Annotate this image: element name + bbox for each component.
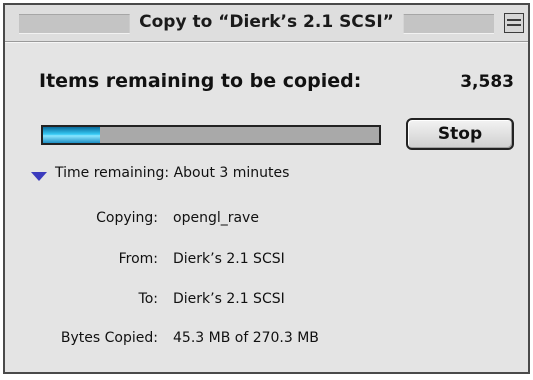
to-value: Dierk’s 2.1 SCSI [173, 291, 285, 307]
copying-value: opengl_rave [173, 210, 259, 226]
from-label: From: [118, 251, 158, 267]
triangle-down-icon[interactable] [31, 172, 47, 181]
items-remaining-count: 3,583 [460, 72, 514, 92]
to-label: To: [138, 291, 158, 307]
items-remaining-label: Items remaining to be copied: [39, 70, 362, 92]
copy-progress-bar [41, 125, 381, 145]
window-title: Copy to “Dierk’s 2.1 SCSI” [129, 10, 404, 35]
copy-progress-fill [43, 127, 101, 143]
stop-button[interactable]: Stop [406, 118, 514, 150]
bytes-copied-value: 45.3 MB of 270.3 MB [173, 330, 319, 346]
window-collapse-icon[interactable] [504, 13, 524, 33]
window-content: Items remaining to be copied: 3,583 Stop… [5, 42, 528, 372]
bytes-copied-label: Bytes Copied: [60, 330, 158, 346]
from-value: Dierk’s 2.1 SCSI [173, 251, 285, 267]
copy-progress-window: Copy to “Dierk’s 2.1 SCSI” Items remaini… [3, 3, 530, 374]
title-bar[interactable]: Copy to “Dierk’s 2.1 SCSI” [5, 5, 528, 42]
copying-label: Copying: [96, 210, 158, 226]
time-remaining-text: Time remaining: About 3 minutes [55, 165, 290, 181]
